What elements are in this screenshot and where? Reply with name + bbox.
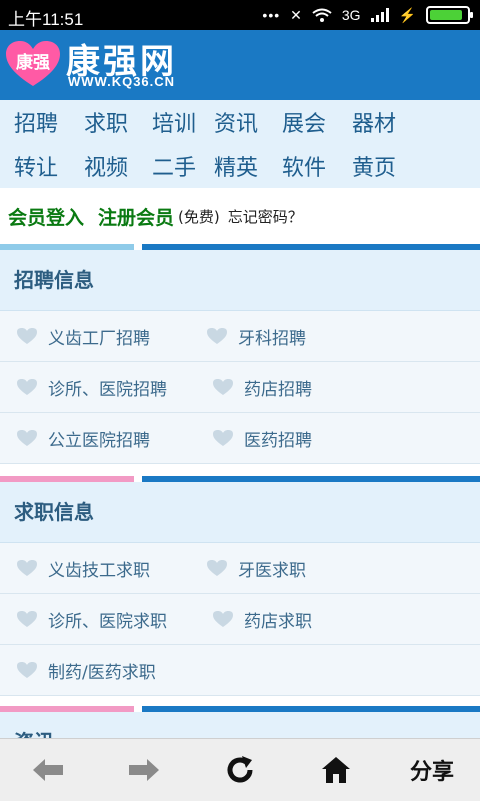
list-row: 制药/医药求职 <box>0 645 480 696</box>
heart-icon <box>17 611 37 627</box>
list-item[interactable]: 药店招聘 <box>212 362 312 412</box>
member-login-link[interactable]: 会员登入 <box>8 203 84 230</box>
list-item-label: 药店求职 <box>244 611 312 632</box>
heart-icon <box>207 328 227 344</box>
refresh-button[interactable] <box>192 739 288 801</box>
category-link[interactable]: 招聘 <box>0 106 70 138</box>
list-item[interactable]: 义齿技工求职 <box>16 543 150 593</box>
wifi-icon <box>312 8 332 22</box>
category-link[interactable]: 器材 <box>338 106 408 138</box>
category-link[interactable]: 视频 <box>70 150 138 182</box>
list-item-label: 义齿工厂招聘 <box>48 328 150 349</box>
signal-icon <box>370 8 389 22</box>
list-item-label: 牙科招聘 <box>238 328 306 349</box>
heart-icon <box>17 379 37 395</box>
section-title: 招聘信息 <box>0 250 480 311</box>
logo-badge-text: 康强 <box>16 52 50 73</box>
heart-icon <box>17 430 37 446</box>
category-link[interactable]: 二手 <box>138 150 200 182</box>
battery-icon <box>426 6 473 24</box>
category-link[interactable]: 转让 <box>0 150 70 182</box>
list-item[interactable]: 制药/医药求职 <box>16 645 156 695</box>
refresh-icon <box>227 756 253 783</box>
section-title: 资讯 <box>0 712 480 738</box>
list-item[interactable]: 公立医院招聘 <box>16 413 150 463</box>
back-arrow-icon <box>33 759 63 781</box>
forgot-password-link[interactable]: 忘记密码？ <box>228 206 303 227</box>
share-label: 分享 <box>409 760 454 785</box>
network-type-label: 3G <box>341 7 361 23</box>
category-link[interactable]: 软件 <box>268 150 338 182</box>
heart-icon <box>17 328 37 344</box>
register-link[interactable]: 注册会员 <box>98 203 174 230</box>
list-item[interactable]: 诊所、医院求职 <box>16 594 167 644</box>
heart-icon <box>213 379 233 395</box>
category-link[interactable]: 求职 <box>70 106 138 138</box>
section-recruitment: 招聘信息 义齿工厂招聘 牙科招聘 诊所、医院招聘 药店招聘 公立医院招聘 医药招… <box>0 250 480 464</box>
list-item[interactable]: 医药招聘 <box>212 413 312 463</box>
free-label: (免费) <box>178 207 220 226</box>
more-dots-icon: ••• <box>262 7 281 23</box>
home-button[interactable] <box>288 739 384 801</box>
heart-icon <box>213 430 233 446</box>
list-row: 公立医院招聘 医药招聘 <box>0 413 480 464</box>
list-item-label: 义齿技工求职 <box>48 560 150 581</box>
list-item-label: 牙医求职 <box>238 560 306 581</box>
heart-icon <box>17 662 37 678</box>
category-link[interactable]: 黄页 <box>338 150 408 182</box>
heart-icon <box>207 560 227 576</box>
forward-button[interactable] <box>96 739 192 801</box>
category-link[interactable]: 展会 <box>268 106 338 138</box>
status-icons: ••• ✕ 3G ⚡ <box>262 6 473 24</box>
heart-icon <box>17 560 37 576</box>
back-button[interactable] <box>0 739 96 801</box>
category-row-1: 招聘 求职 培训 资讯 展会 器材 <box>0 106 480 138</box>
logo-heart-icon[interactable]: 康强 <box>4 40 62 88</box>
list-row: 诊所、医院求职 药店求职 <box>0 594 480 645</box>
category-link[interactable]: 资讯 <box>200 106 268 138</box>
logo-url: WWW.KQ36.CN <box>68 74 176 89</box>
section-job-seeking: 求职信息 义齿技工求职 牙医求职 诊所、医院求职 药店求职 制药/医药求职 <box>0 482 480 696</box>
status-time: 上午11:51 <box>8 10 84 29</box>
list-item-label: 诊所、医院求职 <box>48 611 167 632</box>
list-item-label: 诊所、医院招聘 <box>48 379 167 400</box>
category-link[interactable]: 精英 <box>200 150 268 182</box>
section-news-peek: 资讯 <box>0 712 480 738</box>
heart-icon <box>213 611 233 627</box>
status-bar: 上午11:51 ••• ✕ 3G ⚡ <box>0 0 480 30</box>
list-row: 义齿工厂招聘 牙科招聘 <box>0 311 480 362</box>
list-item-label: 药店招聘 <box>244 379 312 400</box>
section-title: 求职信息 <box>0 482 480 543</box>
list-row: 诊所、医院招聘 药店招聘 <box>0 362 480 413</box>
category-row-2: 转让 视频 二手 精英 软件 黄页 <box>0 150 480 182</box>
list-item-label: 医药招聘 <box>244 430 312 451</box>
list-item[interactable]: 药店求职 <box>212 594 312 644</box>
charging-icon: ⚡ <box>398 6 416 23</box>
bottom-toolbar: 分享 <box>0 738 480 801</box>
mute-icon: ✕ <box>290 6 302 23</box>
share-button[interactable]: 分享 <box>384 739 480 801</box>
forward-arrow-icon <box>129 759 159 781</box>
list-item[interactable]: 牙科招聘 <box>206 311 306 361</box>
list-item[interactable]: 诊所、医院招聘 <box>16 362 167 412</box>
list-item[interactable]: 义齿工厂招聘 <box>16 311 150 361</box>
list-item[interactable]: 牙医求职 <box>206 543 306 593</box>
list-item-label: 制药/医药求职 <box>48 662 156 683</box>
category-nav: 招聘 求职 培训 资讯 展会 器材 转让 视频 二手 精英 软件 黄页 <box>0 100 480 188</box>
list-item-label: 公立医院招聘 <box>48 430 150 451</box>
category-link[interactable]: 培训 <box>138 106 200 138</box>
home-icon <box>322 757 350 783</box>
login-bar: 会员登入 注册会员 (免费) 忘记密码？ <box>0 190 480 242</box>
site-header: 康强 康强网 WWW.KQ36.CN <box>0 30 480 100</box>
list-row: 义齿技工求职 牙医求职 <box>0 543 480 594</box>
